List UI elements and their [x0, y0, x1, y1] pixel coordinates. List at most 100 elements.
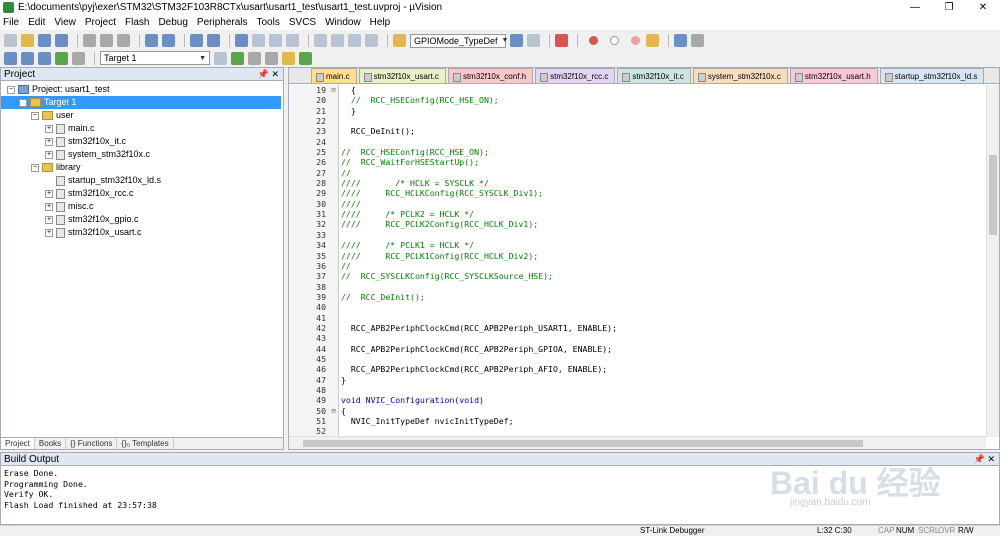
- editor-tab-0[interactable]: main.c: [311, 68, 357, 83]
- menu-item-file[interactable]: File: [3, 17, 19, 28]
- maximize-button[interactable]: ❐: [932, 0, 966, 15]
- disable-breakpoint-icon[interactable]: [610, 36, 619, 45]
- translate-icon[interactable]: [4, 51, 17, 65]
- incremental-find-icon[interactable]: [527, 34, 540, 47]
- save-all-icon[interactable]: [55, 34, 68, 47]
- project-tab-0[interactable]: Project: [1, 438, 35, 449]
- next-bookmark-icon[interactable]: [269, 34, 282, 47]
- debug-session-icon[interactable]: [555, 34, 568, 47]
- editor-tab-5[interactable]: system_stm32f10x.c: [692, 68, 788, 83]
- expand-icon[interactable]: +: [45, 189, 53, 198]
- prev-bookmark-icon[interactable]: [252, 34, 265, 47]
- comment-icon[interactable]: [348, 34, 361, 47]
- manage-components-icon[interactable]: [299, 51, 312, 65]
- menu-item-flash[interactable]: Flash: [125, 17, 149, 28]
- menu-item-project[interactable]: Project: [85, 17, 116, 28]
- redo-icon[interactable]: [162, 34, 175, 47]
- pack-installer-icon[interactable]: [282, 51, 295, 65]
- editor-tab-3[interactable]: stm32f10x_rcc.c: [535, 68, 616, 83]
- manage-project-items-icon[interactable]: [231, 51, 244, 65]
- cut-icon[interactable]: [83, 34, 96, 47]
- expand-icon[interactable]: +: [45, 228, 53, 237]
- editor-tab-2[interactable]: stm32f10x_conf.h: [447, 68, 534, 83]
- tree-file[interactable]: + stm32f10x_gpio.c: [1, 213, 283, 226]
- target-options-icon[interactable]: [214, 51, 227, 65]
- editor-tab-1[interactable]: stm32f10x_usart.c: [358, 68, 446, 83]
- run-time-env-icon[interactable]: [265, 51, 278, 65]
- bookmark-icon[interactable]: [235, 34, 248, 47]
- collapse-icon[interactable]: −: [19, 98, 27, 107]
- tree-file[interactable]: + misc.c: [1, 200, 283, 213]
- nav-forward-icon[interactable]: [207, 34, 220, 47]
- find-in-files-icon[interactable]: [393, 34, 406, 47]
- expand-icon[interactable]: +: [45, 137, 53, 146]
- build-icon[interactable]: [21, 51, 34, 65]
- collapse-icon[interactable]: −: [7, 85, 15, 94]
- horizontal-scroll-thumb[interactable]: [303, 440, 863, 447]
- tree-file[interactable]: + system_stm32f10x.c: [1, 148, 283, 161]
- pin-close-icon[interactable]: 📌 ✕: [974, 453, 995, 465]
- project-tab-2[interactable]: {} Functions: [66, 438, 118, 449]
- clear-breakpoints-icon[interactable]: [646, 34, 659, 47]
- uncomment-icon[interactable]: [365, 34, 378, 47]
- window-layout-icon[interactable]: [674, 34, 687, 47]
- stop-build-icon[interactable]: [72, 51, 85, 65]
- tree-file[interactable]: + main.c: [1, 122, 283, 135]
- fold-marker[interactable]: ⊟: [329, 405, 339, 416]
- menu-item-edit[interactable]: Edit: [28, 17, 45, 28]
- new-file-icon[interactable]: [4, 34, 17, 47]
- tree-file[interactable]: + stm32f10x_rcc.c: [1, 187, 283, 200]
- vertical-scroll-thumb[interactable]: [989, 155, 997, 235]
- minimize-button[interactable]: —: [898, 0, 932, 15]
- menu-item-svcs[interactable]: SVCS: [289, 17, 316, 28]
- find-icon[interactable]: [510, 34, 523, 47]
- configure-icon[interactable]: [691, 34, 704, 47]
- clear-bookmarks-icon[interactable]: [286, 34, 299, 47]
- code-area[interactable]: 19 ⊟ {20 // RCC_HSEConfig(RCC_HSE_ON); 21 …: [289, 85, 985, 437]
- editor-tab-6[interactable]: stm32f10x_usart.h: [789, 68, 878, 83]
- pin-close-icon[interactable]: 📌 ✕: [258, 68, 279, 80]
- menu-item-help[interactable]: Help: [370, 17, 391, 28]
- close-button[interactable]: ✕: [966, 0, 1000, 15]
- tree-root[interactable]: − Project: usart1_test: [1, 83, 283, 96]
- tree-file[interactable]: + stm32f10x_it.c: [1, 135, 283, 148]
- project-tab-1[interactable]: Books: [35, 438, 67, 449]
- nav-back-icon[interactable]: [190, 34, 203, 47]
- expand-icon[interactable]: +: [45, 215, 53, 224]
- expand-icon[interactable]: +: [45, 150, 53, 159]
- menu-item-debug[interactable]: Debug: [158, 17, 187, 28]
- expand-icon[interactable]: +: [45, 124, 53, 133]
- open-file-icon[interactable]: [21, 34, 34, 47]
- tree-group-user[interactable]: − user: [1, 109, 283, 122]
- fold-marker[interactable]: ⊟: [329, 85, 339, 96]
- undo-icon[interactable]: [145, 34, 158, 47]
- find-select[interactable]: GPIOMode_TypeDef ▼: [410, 33, 508, 48]
- download-load-icon[interactable]: [55, 51, 68, 65]
- copy-icon[interactable]: [100, 34, 113, 47]
- tree-group-library[interactable]: − library: [1, 161, 283, 174]
- indent-icon[interactable]: [314, 34, 327, 47]
- menu-item-view[interactable]: View: [54, 17, 76, 28]
- collapse-icon[interactable]: −: [31, 163, 39, 172]
- tree-target[interactable]: − Target 1: [1, 96, 281, 109]
- horizontal-scrollbar[interactable]: [289, 436, 986, 449]
- menu-item-peripherals[interactable]: Peripherals: [197, 17, 248, 28]
- paste-icon[interactable]: [117, 34, 130, 47]
- collapse-icon[interactable]: −: [31, 111, 39, 120]
- target-select[interactable]: Target 1 ▼: [100, 51, 210, 65]
- vertical-scrollbar[interactable]: [986, 85, 999, 437]
- expand-icon[interactable]: +: [45, 202, 53, 211]
- tree-file[interactable]: + stm32f10x_usart.c: [1, 226, 283, 239]
- kill-breakpoints-icon[interactable]: [631, 36, 640, 45]
- editor-tab-7[interactable]: startup_stm32f10x_ld.s: [879, 68, 985, 83]
- project-tab-3[interactable]: {}₀ Templates: [117, 438, 174, 449]
- menu-item-tools[interactable]: Tools: [257, 17, 280, 28]
- rebuild-icon[interactable]: [38, 51, 51, 65]
- editor-tab-4[interactable]: stm32f10x_it.c: [617, 68, 691, 83]
- menu-item-window[interactable]: Window: [325, 17, 361, 28]
- unindent-icon[interactable]: [331, 34, 344, 47]
- select-packs-icon[interactable]: [248, 51, 261, 65]
- tree-file[interactable]: startup_stm32f10x_ld.s: [1, 174, 283, 187]
- breakpoint-icon[interactable]: [589, 36, 598, 45]
- save-icon[interactable]: [38, 34, 51, 47]
